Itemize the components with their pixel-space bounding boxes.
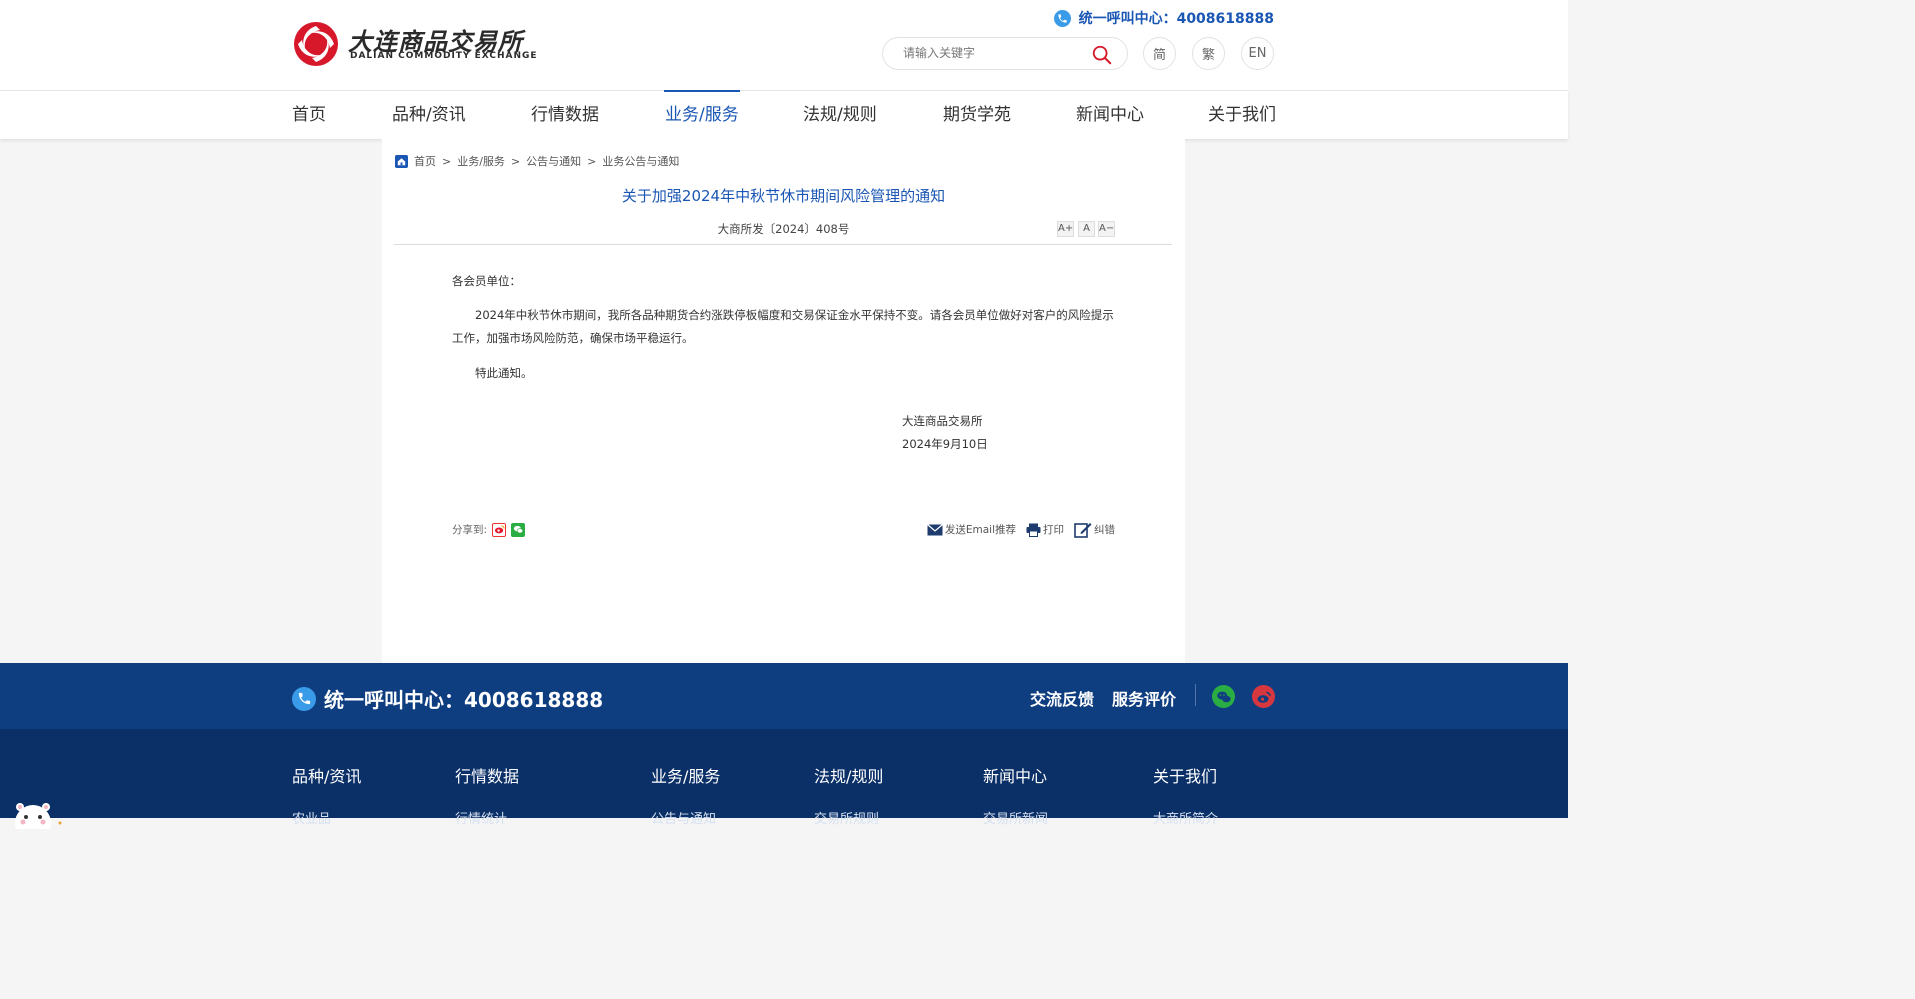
print-button[interactable]: 打印 xyxy=(1026,522,1064,537)
footer-sub-exchange-rules[interactable]: 交易所规则 xyxy=(814,808,879,827)
nav-products-info[interactable]: 品种/资讯 xyxy=(392,91,466,139)
lang-simplified-button[interactable]: 简 xyxy=(1143,37,1176,70)
font-normal-button[interactable]: A xyxy=(1078,221,1095,237)
breadcrumb-sep: > xyxy=(587,154,597,168)
footer-cat-business[interactable]: 业务/服务 xyxy=(651,763,720,787)
nav-news-center[interactable]: 新闻中心 xyxy=(1076,91,1144,139)
site-header: 大连商品交易所 DALIAN COMMODITY EXCHANGE 统一呼叫中心… xyxy=(0,0,1568,90)
footer-cat-market-data[interactable]: 行情数据 xyxy=(455,763,519,787)
title-divider xyxy=(394,244,1172,245)
lang-traditional-button[interactable]: 繁 xyxy=(1192,37,1225,70)
main-nav: 首页 品种/资讯 行情数据 业务/服务 法规/规则 期货学苑 新闻中心 关于我们 xyxy=(0,90,1568,139)
print-label: 打印 xyxy=(1043,524,1064,536)
dce-logo-icon xyxy=(294,22,338,66)
logo-english-name: DALIAN COMMODITY EXCHANGE xyxy=(350,51,538,61)
footer-cat-rules[interactable]: 法规/规则 xyxy=(814,763,883,787)
search-input[interactable] xyxy=(903,46,1083,60)
feedback-link[interactable]: 交流反馈 xyxy=(1030,686,1094,710)
service-evaluation-link[interactable]: 服务评价 xyxy=(1112,686,1176,710)
breadcrumb-sep: > xyxy=(510,154,521,168)
salutation: 各会员单位： xyxy=(452,274,521,288)
article-title: 关于加强2024年中秋节休市期间风险管理的通知 xyxy=(621,187,946,205)
wechat-share-icon[interactable] xyxy=(511,522,526,537)
correction-label: 纠错 xyxy=(1094,524,1115,536)
lang-english-button[interactable]: EN xyxy=(1241,37,1274,70)
footer-cat-news[interactable]: 新闻中心 xyxy=(983,763,1047,787)
breadcrumb-home[interactable]: 首页 xyxy=(414,153,436,169)
issue-date: 2024年9月10日 xyxy=(902,437,988,451)
breadcrumb-business[interactable]: 业务/服务 xyxy=(457,153,505,169)
footer-hotline: 统一呼叫中心：4008618888 xyxy=(292,684,603,713)
correction-button[interactable]: 纠错 xyxy=(1074,521,1115,538)
email-recommend-button[interactable]: 发送Email推荐 xyxy=(926,522,1016,537)
font-larger-button[interactable]: A+ xyxy=(1057,221,1074,237)
search-icon[interactable] xyxy=(1091,44,1113,66)
nav-rules[interactable]: 法规/规则 xyxy=(803,91,877,139)
footer-cat-products[interactable]: 品种/资讯 xyxy=(292,763,361,787)
footer-sub-dce-profile[interactable]: 大商所简介 xyxy=(1153,808,1218,827)
email-label: 发送Email推荐 xyxy=(944,524,1016,536)
mascot-icon[interactable] xyxy=(2,799,64,829)
footer-cat-about[interactable]: 关于我们 xyxy=(1153,763,1217,787)
breadcrumb-business-notices[interactable]: 业务公告与通知 xyxy=(602,153,679,169)
footer-sub-market-stats[interactable]: 行情统计 xyxy=(455,808,507,827)
article-card: 首页 > 业务/服务 > 公告与通知 > 业务公告与通知 关于加强2024年中秋… xyxy=(382,139,1185,663)
breadcrumb-sep: > xyxy=(442,154,452,168)
nav-home[interactable]: 首页 xyxy=(292,91,326,139)
share-bar: 分享到: xyxy=(452,522,526,537)
wechat-icon[interactable] xyxy=(1212,685,1235,708)
printer-icon xyxy=(1026,523,1041,537)
article-tools: 发送Email推荐 打印 纠错 xyxy=(926,521,1115,538)
breadcrumb-notices[interactable]: 公告与通知 xyxy=(526,153,581,169)
edit-icon xyxy=(1074,523,1092,538)
share-label: 分享到: xyxy=(452,524,488,536)
breadcrumb: 首页 > 业务/服务 > 公告与通知 > 业务公告与通知 xyxy=(395,153,679,169)
footer-links: 品种/资讯 行情数据 业务/服务 法规/规则 新闻中心 关于我们 农业品 行情统… xyxy=(0,729,1568,827)
nav-futures-academy[interactable]: 期货学苑 xyxy=(943,91,1011,139)
footer-hotline-text: 统一呼叫中心：4008618888 xyxy=(324,688,604,712)
closing-line: 特此通知。 xyxy=(475,366,533,380)
site-logo[interactable]: 大连商品交易所 DALIAN COMMODITY EXCHANGE xyxy=(292,20,552,68)
hotline-header: 统一呼叫中心：4008618888 xyxy=(1053,8,1274,28)
weibo-share-icon[interactable] xyxy=(492,522,507,537)
footer-sub-exchange-news[interactable]: 交易所新闻 xyxy=(983,808,1048,827)
font-smaller-button[interactable]: A− xyxy=(1098,221,1115,237)
nav-market-data[interactable]: 行情数据 xyxy=(531,91,599,139)
hotline-text: 统一呼叫中心：4008618888 xyxy=(1078,11,1274,27)
nav-business-services[interactable]: 业务/服务 xyxy=(664,90,740,139)
nav-about-us[interactable]: 关于我们 xyxy=(1208,91,1276,139)
weibo-icon[interactable] xyxy=(1252,685,1275,708)
article-paragraph: 2024年中秋节休市期间，我所各品种期货合约涨跌停板幅度和交易保证金水平保持不变… xyxy=(452,308,1114,345)
footer-separator xyxy=(1195,684,1196,706)
phone-icon xyxy=(1053,9,1071,27)
footer-bar: 统一呼叫中心：4008618888 交流反馈 服务评价 xyxy=(0,663,1568,729)
home-icon xyxy=(395,154,408,168)
footer-sub-agriculture[interactable]: 农业品 xyxy=(292,808,331,827)
footer-sub-notices[interactable]: 公告与通知 xyxy=(651,808,716,827)
phone-icon xyxy=(292,686,316,711)
search-box xyxy=(882,37,1128,70)
signer: 大连商品交易所 xyxy=(902,414,983,428)
email-icon xyxy=(926,523,943,535)
